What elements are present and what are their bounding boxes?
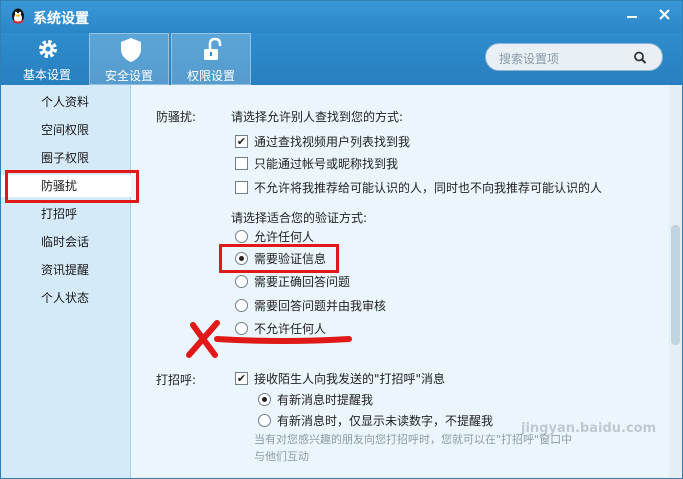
radio-selected[interactable] — [258, 392, 271, 406]
tab-basic-settings-label: 基本设置 — [22, 68, 71, 82]
notify-option-remind[interactable]: 有新消息时提醒我 — [258, 390, 373, 408]
notify-option-label: 有新消息时，仅显示未读数字，不提醒我 — [277, 413, 494, 428]
find-option-account-nickname[interactable]: 只能通过帐号或昵称找到我 — [235, 154, 398, 172]
watermark: jingyan.baidu.com — [521, 421, 657, 436]
tab-security-settings-label: 安全设置 — [104, 69, 153, 83]
minimize-button[interactable] — [621, 5, 643, 23]
find-option-label: 不允许将我推荐给可能认识的人，同时也不向我推荐可能认识的人 — [254, 180, 603, 195]
sidebar-item-greeting[interactable]: 打招呼 — [1, 203, 131, 225]
checkbox-unchecked[interactable] — [235, 156, 248, 170]
find-option-no-recommend[interactable]: 不允许将我推荐给可能认识的人，同时也不向我推荐可能认识的人 — [235, 178, 602, 196]
find-option-video-list[interactable]: ✔ 通过查找视频用户列表找到我 — [235, 132, 410, 150]
search-box[interactable]: 搜索设置项 — [485, 43, 663, 71]
close-icon — [658, 8, 670, 20]
tab-permission-settings-label: 权限设置 — [186, 69, 235, 83]
title-bar: 系统设置 — [1, 1, 682, 33]
scrollbar-thumb[interactable] — [671, 225, 680, 345]
radio-unselected[interactable] — [235, 298, 248, 312]
window-title: 系统设置 — [33, 11, 89, 27]
verify-option-answer-and-review[interactable]: 需要回答问题并由我审核 — [235, 296, 386, 314]
qq-penguin-icon — [12, 8, 24, 24]
find-option-label: 通过查找视频用户列表找到我 — [254, 134, 411, 149]
sidebar-item-temp-session[interactable]: 临时会话 — [1, 231, 131, 253]
highlight-box-verification — [219, 244, 339, 273]
sidebar-item-circle-permission[interactable]: 圈子权限 — [1, 147, 131, 169]
checkbox-checked[interactable]: ✔ — [235, 134, 248, 148]
sidebar: 个人资料 空间权限 圈子权限 防骚扰 打招呼 临时会话 资讯提醒 个人状态 — [1, 85, 131, 478]
unlock-icon — [204, 37, 222, 60]
vertical-scrollbar[interactable] — [669, 85, 682, 478]
checkbox-unchecked[interactable] — [235, 180, 248, 194]
red-cross-mark-icon — [186, 320, 352, 358]
radio-unselected[interactable] — [235, 229, 248, 243]
radio-unselected[interactable] — [258, 413, 271, 427]
notify-option-label: 有新消息时提醒我 — [277, 392, 374, 407]
anti-harassment-section-label: 防骚扰: — [156, 110, 197, 124]
radio-unselected[interactable] — [235, 274, 248, 288]
verify-option-label: 需要正确回答问题 — [254, 274, 351, 289]
sidebar-item-news-reminder[interactable]: 资讯提醒 — [1, 259, 131, 281]
sidebar-item-personal-status[interactable]: 个人状态 — [1, 287, 131, 309]
accept-greeting-option[interactable]: ✔ 接收陌生人向我发送的"打招呼"消息 — [235, 369, 445, 387]
tab-permission-settings[interactable]: 权限设置 — [171, 33, 251, 85]
find-method-prompt: 请选择允许别人查找到您的方式: — [231, 110, 404, 124]
minimize-icon — [627, 16, 637, 18]
verify-option-answer-question[interactable]: 需要正确回答问题 — [235, 272, 350, 290]
settings-window: 系统设置 基本设置 安全设置 权限设置 搜索设置项 个人资料 空间权限 圈子权限… — [0, 0, 683, 479]
shield-icon — [121, 38, 141, 62]
tab-security-settings[interactable]: 安全设置 — [89, 33, 169, 85]
sidebar-item-space-permission[interactable]: 空间权限 — [1, 119, 131, 141]
toolbar: 基本设置 安全设置 权限设置 搜索设置项 — [1, 33, 682, 85]
highlight-box-sidebar — [5, 170, 139, 203]
greeting-section-label: 打招呼: — [156, 373, 197, 387]
main-panel: 防骚扰: 请选择允许别人查找到您的方式: ✔ 通过查找视频用户列表找到我 只能通… — [132, 85, 669, 478]
checkbox-checked[interactable]: ✔ — [235, 371, 248, 385]
verify-method-prompt: 请选择适合您的验证方式: — [231, 211, 368, 225]
accept-greeting-label: 接收陌生人向我发送的"打招呼"消息 — [254, 371, 446, 386]
greeting-hint-line2: 与他们互动 — [254, 450, 309, 463]
gear-icon — [39, 40, 57, 58]
close-button[interactable] — [653, 5, 675, 23]
tab-basic-settings[interactable]: 基本设置 — [7, 33, 87, 85]
verify-option-label: 需要回答问题并由我审核 — [254, 298, 387, 313]
sidebar-item-profile[interactable]: 个人资料 — [1, 91, 131, 113]
find-option-label: 只能通过帐号或昵称找到我 — [254, 156, 399, 171]
search-icon[interactable] — [632, 50, 648, 66]
notify-option-count-only[interactable]: 有新消息时，仅显示未读数字，不提醒我 — [258, 411, 493, 429]
search-placeholder[interactable]: 搜索设置项 — [499, 50, 559, 67]
verify-option-allow-anyone[interactable]: 允许任何人 — [235, 227, 314, 245]
verify-option-label: 允许任何人 — [254, 229, 315, 244]
